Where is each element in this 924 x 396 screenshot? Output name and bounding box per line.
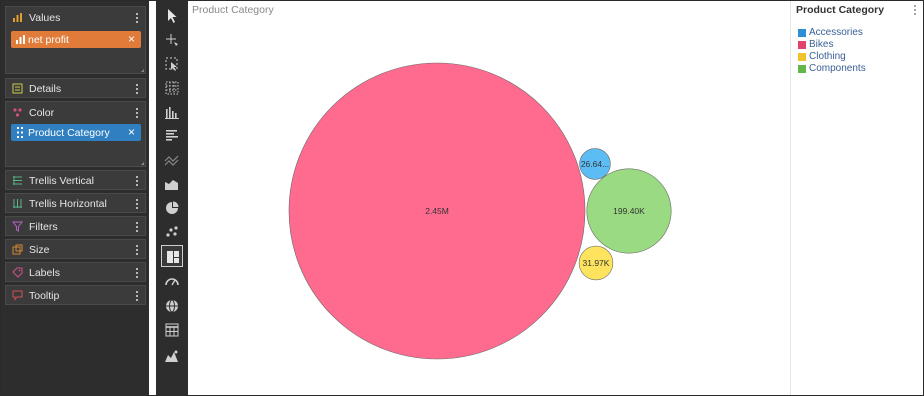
details-menu-icon[interactable]: [133, 81, 141, 97]
pie-chart-icon[interactable]: [161, 197, 183, 219]
drag-handle-icon: [17, 127, 23, 138]
map-icon[interactable]: [161, 345, 183, 367]
fields-panel: Values net profit × Details Color Produc…: [1, 1, 149, 395]
resize-corner: [141, 69, 144, 72]
color-menu-icon[interactable]: [133, 105, 141, 121]
size-well[interactable]: Size: [5, 239, 146, 259]
tooltip-label: Tooltip: [29, 290, 60, 302]
size-icon: [12, 244, 23, 255]
chart-canvas: Product Category 2.45M 199.40K 26.64... 31.…: [189, 1, 790, 395]
color-well-label: Color: [29, 107, 55, 119]
trellis-vertical-well[interactable]: Trellis Vertical: [5, 170, 146, 190]
trellis-vertical-menu-icon[interactable]: [133, 173, 141, 189]
legend-swatch: [798, 41, 806, 49]
remove-product-category-icon[interactable]: ×: [128, 125, 135, 139]
tooltip-well[interactable]: Tooltip: [5, 285, 146, 305]
trellis-horizontal-icon: [13, 199, 22, 208]
trellis-horizontal-well[interactable]: Trellis Horizontal: [5, 193, 146, 213]
labels-label: Labels: [29, 267, 60, 279]
bar-chart-icon[interactable]: [161, 125, 183, 147]
net-profit-label: net profit: [28, 34, 69, 46]
values-well-label: Values: [29, 12, 61, 24]
legend-menu-icon[interactable]: [911, 4, 919, 18]
product-category-label: Product Category: [28, 127, 110, 139]
legend-swatch: [798, 53, 806, 61]
values-well[interactable]: Values net profit ×: [5, 6, 146, 74]
palette-icon: [13, 108, 22, 117]
crosshair-icon[interactable]: [161, 29, 183, 51]
size-menu-icon[interactable]: [133, 242, 141, 258]
legend-label: Accessories: [809, 27, 863, 38]
filters-well[interactable]: Filters: [5, 216, 146, 236]
labels-well[interactable]: Labels: [5, 262, 146, 282]
column-chart-icon[interactable]: [161, 101, 183, 123]
legend-swatch: [798, 65, 806, 73]
measure-icon: [16, 35, 25, 44]
product-category-pill[interactable]: Product Category ×: [11, 124, 141, 141]
treemap-icon[interactable]: [161, 245, 183, 267]
legend-title: Product Category: [796, 4, 885, 16]
color-well[interactable]: Color Product Category ×: [5, 101, 146, 167]
trellis-vertical-label: Trellis Vertical: [29, 175, 94, 187]
gauge-icon[interactable]: [161, 271, 183, 293]
area-chart-icon[interactable]: [161, 173, 183, 195]
details-well[interactable]: Details: [5, 78, 146, 98]
net-profit-pill[interactable]: net profit ×: [11, 31, 141, 48]
trellis-horizontal-label: Trellis Horizontal: [29, 198, 107, 210]
bubble-label-clothing: 31.97K: [583, 258, 610, 268]
pointer-icon[interactable]: [161, 5, 183, 27]
values-menu-icon[interactable]: [133, 10, 141, 26]
globe-icon[interactable]: [161, 295, 183, 317]
resize-corner: [141, 162, 144, 165]
size-label: Size: [29, 244, 50, 256]
legend-label: Bikes: [809, 39, 834, 50]
legend-swatch: [798, 29, 806, 37]
trellis-vertical-icon: [13, 176, 22, 185]
app-window: Values net profit × Details Color Produc…: [0, 0, 924, 396]
visual-toolbar: [156, 1, 188, 395]
filter-icon: [12, 221, 23, 232]
details-icon: [12, 83, 23, 94]
legend-label: Components: [809, 63, 866, 74]
line-chart-icon[interactable]: [161, 149, 183, 171]
tag-icon: [12, 267, 23, 278]
bubble-chart: 2.45M 199.40K 26.64... 31.97K: [288, 62, 672, 360]
filters-label: Filters: [29, 221, 58, 233]
scatter-icon[interactable]: [161, 221, 183, 243]
bubble-label-accessories: 26.64...: [581, 159, 609, 169]
remove-net-profit-icon[interactable]: ×: [128, 32, 135, 46]
grid-icon[interactable]: [161, 77, 183, 99]
legend-panel: Product Category Accessories Bikes Cloth…: [791, 1, 923, 395]
selection-icon[interactable]: [161, 53, 183, 75]
bar-chart-icon: [13, 13, 22, 22]
tooltip-menu-icon[interactable]: [133, 288, 141, 304]
details-well-label: Details: [29, 83, 62, 95]
labels-menu-icon[interactable]: [133, 265, 141, 281]
trellis-horizontal-menu-icon[interactable]: [133, 196, 141, 212]
filters-menu-icon[interactable]: [133, 219, 141, 235]
table-icon[interactable]: [161, 319, 183, 341]
bubble-label-components: 199.40K: [613, 206, 645, 216]
tooltip-icon: [12, 290, 23, 301]
bubble-label-bikes: 2.45M: [425, 206, 449, 216]
legend-label: Clothing: [809, 51, 846, 62]
